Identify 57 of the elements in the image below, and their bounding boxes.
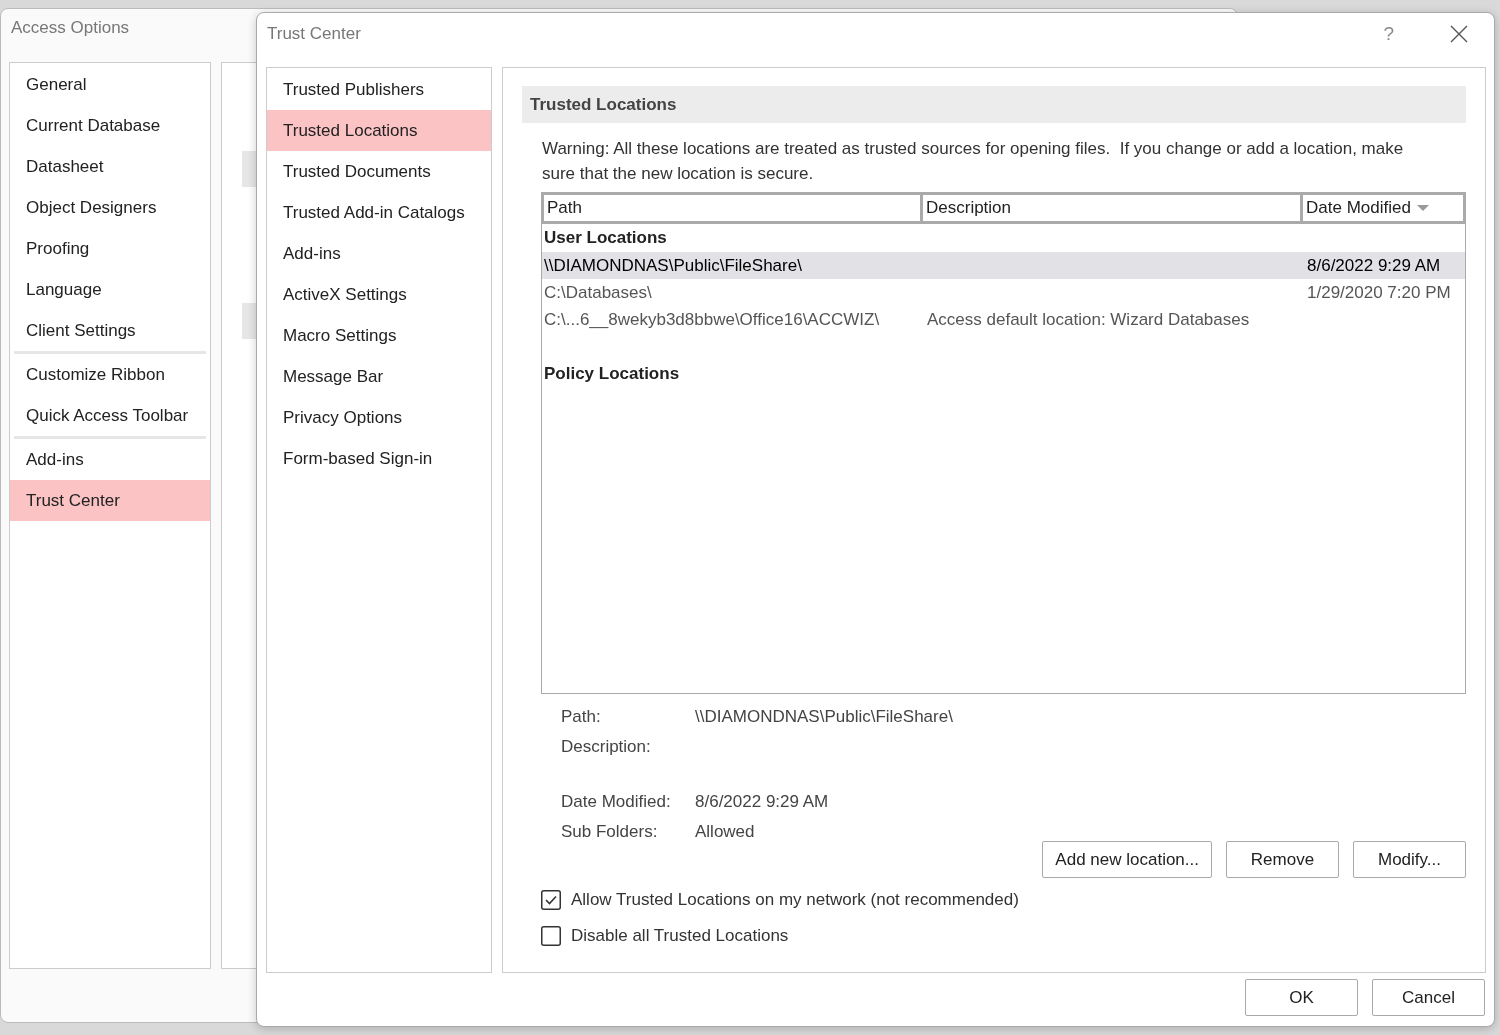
checkbox[interactable] [541,926,561,946]
action-button[interactable]: Add new location... [1042,841,1212,878]
column-header[interactable]: Path [544,195,920,221]
dialog-button[interactable]: Cancel [1372,979,1485,1016]
sidebar-item[interactable]: Trusted Publishers [267,69,491,110]
field-label: Description: [561,736,652,758]
field-label: Date Modified: [561,791,672,813]
sidebar-item[interactable]: ActiveX Settings [267,274,491,315]
column-header[interactable]: Date Modified [1303,195,1463,221]
sidebar-item[interactable]: Add-ins [267,233,491,274]
dialog-button[interactable]: OK [1245,979,1358,1016]
table-cell: 8/6/2022 9:29 AM [1307,256,1441,275]
checkbox-label: Allow Trusted Locations on my network (not recommended) [571,890,1019,910]
window-title: Trust Center [267,24,362,44]
field-value: 8/6/2022 9:29 AM [695,791,829,813]
group-header: User Locations [543,227,668,249]
field-value: Allowed [695,821,755,843]
action-button[interactable]: Remove [1226,841,1339,878]
sidebar-item[interactable]: Trusted Add-in Catalogs [267,192,491,233]
sidebar-item[interactable]: Add-ins [10,439,210,480]
sidebar-item[interactable]: Quick Access Toolbar [10,395,210,436]
sidebar-item[interactable]: Client Settings [10,310,210,351]
sidebar-item[interactable]: Object Designers [10,187,210,228]
table-cell: 1/29/2020 7:20 PM [1307,283,1451,302]
sidebar-item[interactable]: Customize Ribbon [10,354,210,395]
sidebar-item[interactable]: Proofing [10,228,210,269]
table-row[interactable]: \\DIAMONDNAS\Public\FileShare\ 8/6/2022 9:29 AM [542,252,1465,279]
sidebar-item[interactable]: Datasheet [10,146,210,187]
column-header[interactable]: Description [923,195,1300,221]
table-cell: Access default location: Wizard Databases [927,310,1250,329]
action-button[interactable]: Modify... [1353,841,1466,878]
table-row[interactable]: C:\Databases\ 1/29/2020 7:20 PM [542,279,1465,306]
sidebar-item[interactable]: Language [10,269,210,310]
section-header: Trusted Locations [522,86,1466,123]
sidebar-item[interactable]: Privacy Options [267,397,491,438]
table-cell: C:\Databases\ [544,283,652,302]
sidebar-item[interactable]: Macro Settings [267,315,491,356]
sidebar-item[interactable]: Current Database [10,105,210,146]
sidebar-item[interactable]: Trusted Documents [267,151,491,192]
sidebar-item[interactable]: Form-based Sign-in [267,438,491,479]
group-header: Policy Locations [543,363,681,385]
field-label: Path: [561,706,602,728]
sidebar-item[interactable]: Message Bar [267,356,491,397]
window-title: Access Options [11,18,130,37]
help-button[interactable]: ? [1383,23,1394,45]
field-value: \\DIAMONDNAS\Public\FileShare\ [695,706,953,728]
table-row[interactable]: C:\...6__8wekyb3d8bbwe\Office16\ACCWIZ\ Access default location: Wizard Databases [542,306,1465,333]
close-icon[interactable] [1450,25,1468,43]
checkbox-label: Disable all Trusted Locations [571,926,789,946]
field-label: Sub Folders: [561,821,659,843]
sidebar-item[interactable]: Trusted Locations [267,110,491,151]
sidebar-item[interactable]: Trust Center [10,480,210,521]
table-cell: C:\...6__8wekyb3d8bbwe\Office16\ACCWIZ\ [544,310,880,329]
checkbox[interactable] [541,890,561,910]
sidebar-item[interactable]: General [10,64,210,105]
table-cell: \\DIAMONDNAS\Public\FileShare\ [544,256,802,275]
warning-text: Warning: All these locations are treated as trusted sources for opening files. If you change or add a location, make sure that the new location is secure. [541,138,1405,185]
